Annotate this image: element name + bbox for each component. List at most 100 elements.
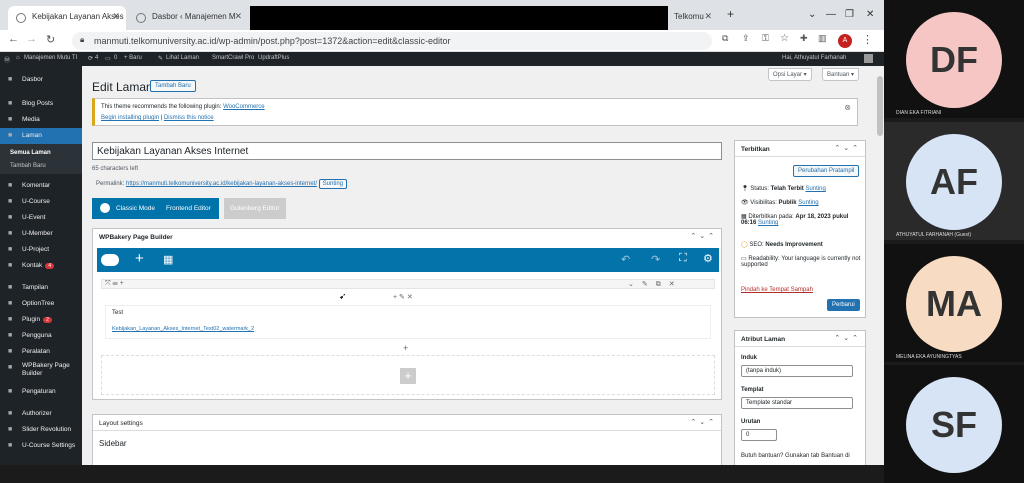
move-to-trash-link[interactable]: Pindah ke Tempat Sampah bbox=[741, 287, 813, 293]
sidebar-item-slider-revolution[interactable]: ■ Slider Revolution bbox=[0, 422, 82, 438]
template-select[interactable]: Template standar bbox=[741, 397, 853, 409]
maximize-icon[interactable]: ❐ bbox=[845, 9, 854, 20]
panel-arrows[interactable]: ⌃⌄⌃ bbox=[834, 334, 861, 342]
add-element-icon[interactable]: + bbox=[135, 250, 144, 267]
tab-dasbor[interactable]: Dasbor ‹ Manajemen M ✕ bbox=[128, 6, 248, 30]
sidebar-item-authorizer[interactable]: ■ Authorizer bbox=[0, 406, 82, 422]
profile-avatar[interactable]: A bbox=[838, 34, 852, 48]
comments-icon[interactable]: ▭ bbox=[105, 55, 111, 62]
tab-telkomu[interactable]: Telkomu ✕ bbox=[668, 6, 718, 30]
new-tab-button[interactable]: + bbox=[727, 7, 734, 21]
edit-status-link[interactable]: Sunting bbox=[805, 186, 825, 192]
tab-kebijakan[interactable]: Kebijakan Layanan Akses I ✕ bbox=[8, 6, 126, 30]
sidebar-item-wpbakery-page-builder[interactable]: ■ WPBakery Page Builder bbox=[0, 360, 82, 380]
panel-arrows[interactable]: ⌃⌄⌃ bbox=[834, 144, 861, 152]
drag-icon[interactable]: ⤧ ☰ + bbox=[105, 280, 124, 288]
permalink-edit-button[interactable]: Sunting bbox=[318, 179, 348, 189]
chevron-down-icon[interactable]: ⌄ bbox=[808, 9, 816, 20]
column-controls[interactable]: + ✎ ✕ bbox=[393, 293, 413, 301]
sidebar-item-kontak[interactable]: ■ Kontak 4 bbox=[0, 258, 82, 274]
sidebar-item-media[interactable]: ■ Media bbox=[0, 112, 82, 128]
sidebar-item-u-course[interactable]: ■ U-Course bbox=[0, 194, 82, 210]
sidebar-item-plugin[interactable]: ■ Plugin 2 bbox=[0, 312, 82, 328]
site-name[interactable]: Manajemen Mutu TI bbox=[24, 55, 77, 61]
updraft-link[interactable]: UpdraftPlus bbox=[258, 55, 289, 61]
participant-tile[interactable]: MA MELINA EKA AYUNINGTYAS bbox=[884, 244, 1024, 362]
close-icon[interactable]: ⊗ bbox=[844, 103, 851, 112]
sidebar-item-tampilan[interactable]: ■ Tampilan bbox=[0, 280, 82, 296]
templates-icon[interactable]: ▦ bbox=[163, 253, 173, 266]
plugin-link[interactable]: WooCommerce bbox=[223, 104, 265, 110]
fullscreen-icon[interactable]: ⛶ bbox=[679, 252, 687, 265]
back-icon[interactable]: ← bbox=[8, 33, 19, 45]
sidebar-item-pengaturan[interactable]: ■ Pengaturan bbox=[0, 384, 82, 400]
row-actions[interactable]: ⌄✎⧉✕ bbox=[628, 280, 683, 289]
sidebar-item-laman[interactable]: ■ Laman bbox=[0, 128, 82, 144]
video-progress-handle[interactable] bbox=[262, 458, 272, 465]
begin-install-link[interactable]: Begin installing plugin bbox=[101, 115, 159, 121]
sidebar-item-blog-posts[interactable]: ■ Blog Posts bbox=[0, 96, 82, 112]
permalink-link[interactable]: https://manmuti.telkomuniversity.ac.id/k… bbox=[126, 181, 317, 187]
parent-select[interactable]: (tanpa induk) bbox=[741, 365, 853, 377]
key-icon[interactable]: ⚿ bbox=[762, 33, 769, 44]
close-icon[interactable]: ✕ bbox=[234, 11, 242, 22]
sidebar-item-peralatan[interactable]: ■ Peralatan bbox=[0, 344, 82, 360]
sidebar-item-u-course-settings[interactable]: ■ U-Course Settings bbox=[0, 438, 82, 454]
sidebar-item-komentar[interactable]: ■ Komentar bbox=[0, 178, 82, 194]
star-icon[interactable]: ☆ bbox=[780, 33, 789, 44]
post-title-input[interactable]: Kebijakan Layanan Akses Internet bbox=[92, 142, 722, 160]
text-block-link[interactable]: Kebijakan_Layanan_Akses_Internet_Test02_… bbox=[112, 326, 254, 332]
screen-options-button[interactable]: Opsi Layar ▾ bbox=[768, 68, 812, 81]
edit-visibility-link[interactable]: Sunting bbox=[798, 200, 818, 206]
participant-tile[interactable]: SF bbox=[884, 365, 1024, 483]
frontend-editor-button[interactable]: Frontend Editor bbox=[166, 205, 211, 212]
sidebar-item-u-project[interactable]: ■ U-Project bbox=[0, 242, 82, 258]
submenu-item[interactable]: Semua Laman bbox=[0, 147, 82, 160]
edit-date-link[interactable]: Sunting bbox=[758, 220, 778, 226]
new-content-link[interactable]: + Baru bbox=[124, 55, 142, 61]
smartcrawl-link[interactable]: SmartCrawl Pro bbox=[212, 55, 254, 61]
sidebar-item-u-event[interactable]: ■ U-Event bbox=[0, 210, 82, 226]
redo-icon[interactable]: ↷ bbox=[651, 253, 660, 266]
forward-icon[interactable]: → bbox=[26, 33, 37, 45]
view-page-link[interactable]: Lihat Laman bbox=[166, 55, 199, 61]
add-column-icon[interactable]: + bbox=[403, 343, 408, 353]
close-window-icon[interactable]: ✕ bbox=[866, 9, 874, 20]
classic-mode-button[interactable]: Classic Mode Frontend Editor bbox=[92, 198, 219, 219]
panel-arrows[interactable]: ⌃⌄⌃ bbox=[690, 232, 717, 240]
updates-icon[interactable]: ⟳ bbox=[88, 55, 93, 62]
submenu-item[interactable]: Tambah Baru bbox=[0, 160, 82, 173]
add-row-button[interactable]: + bbox=[400, 368, 416, 384]
reload-icon[interactable]: ↻ bbox=[46, 33, 55, 46]
help-button[interactable]: Bantuan ▾ bbox=[822, 68, 860, 81]
translate-icon[interactable]: ⧉ bbox=[722, 33, 728, 44]
panel-arrows[interactable]: ⌃⌄⌃ bbox=[690, 418, 717, 426]
participant-tile[interactable]: DF DIAN EKA FITRIANI bbox=[884, 0, 1024, 118]
sidepanel-icon[interactable]: ▥ bbox=[818, 33, 827, 44]
minimize-icon[interactable]: — bbox=[826, 9, 836, 20]
wp-logo-icon[interactable]: Ⓦ bbox=[4, 55, 10, 64]
order-input[interactable]: 0 bbox=[741, 429, 777, 441]
scrollbar[interactable] bbox=[877, 76, 883, 136]
avatar[interactable] bbox=[864, 54, 873, 63]
url-field[interactable]: 🔒︎ manmuti.telkomuniversity.ac.id/wp-admi… bbox=[72, 32, 712, 50]
sidebar-item-optiontree[interactable]: ■ OptionTree bbox=[0, 296, 82, 312]
add-new-button[interactable]: Tambah Baru bbox=[150, 80, 196, 92]
share-icon[interactable]: ⇪ bbox=[742, 33, 750, 44]
extensions-icon[interactable]: ✚ bbox=[800, 33, 808, 44]
text-block[interactable]: Test Kebijakan_Layanan_Akses_Internet_Te… bbox=[105, 305, 711, 339]
howdy-user[interactable]: Hai, Athuyatul Farhanah bbox=[782, 55, 846, 61]
preview-changes-button[interactable]: Perubahan Pratampil bbox=[793, 165, 860, 177]
menu-dots-icon[interactable]: ⋮ bbox=[862, 33, 873, 46]
close-icon[interactable]: ✕ bbox=[704, 11, 712, 22]
dismiss-notice-link[interactable]: Dismiss this notice bbox=[164, 115, 214, 121]
participant-tile[interactable]: AF ATHUYATUL FARHANAH (Guest) bbox=[884, 122, 1024, 240]
sidebar-item-u-member[interactable]: ■ U-Member bbox=[0, 226, 82, 242]
undo-icon[interactable]: ↶ bbox=[621, 253, 630, 266]
settings-icon[interactable]: ⚙ bbox=[703, 252, 713, 265]
close-icon[interactable]: ✕ bbox=[112, 11, 120, 22]
sidebar-item-pengguna[interactable]: ■ Pengguna bbox=[0, 328, 82, 344]
sidebar-item-dasbor[interactable]: ■ Dasbor bbox=[0, 72, 82, 88]
update-button[interactable]: Perbarui bbox=[827, 299, 860, 311]
gutenberg-button[interactable]: Gutenberg Editor bbox=[224, 198, 286, 219]
